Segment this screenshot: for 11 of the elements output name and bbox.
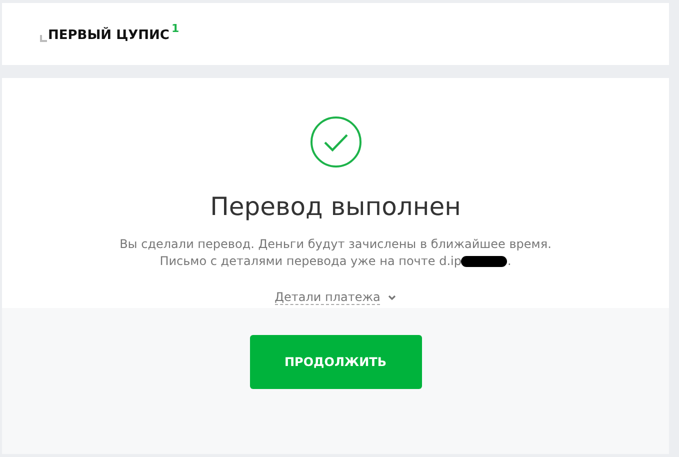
- logo-text: ПЕРВЫЙ ЦУПИС: [48, 28, 170, 43]
- email-message: Письмо с деталями перевода уже на почте d.ip: [160, 254, 462, 268]
- period-text: .: [507, 254, 512, 268]
- payment-details-link[interactable]: Детали платежа: [274, 290, 380, 305]
- logo-mark: 1: [171, 22, 180, 35]
- logo-corner-icon: [40, 35, 47, 42]
- result-message: Вы сделали перевод. Деньги будут зачислены в ближайшее время.: [120, 237, 552, 251]
- continue-button[interactable]: ПРОДОЛЖИТЬ: [250, 335, 422, 389]
- redaction-mark: [461, 256, 508, 266]
- result-title: Перевод выполнен: [210, 192, 461, 221]
- check-circle-icon: [310, 116, 362, 168]
